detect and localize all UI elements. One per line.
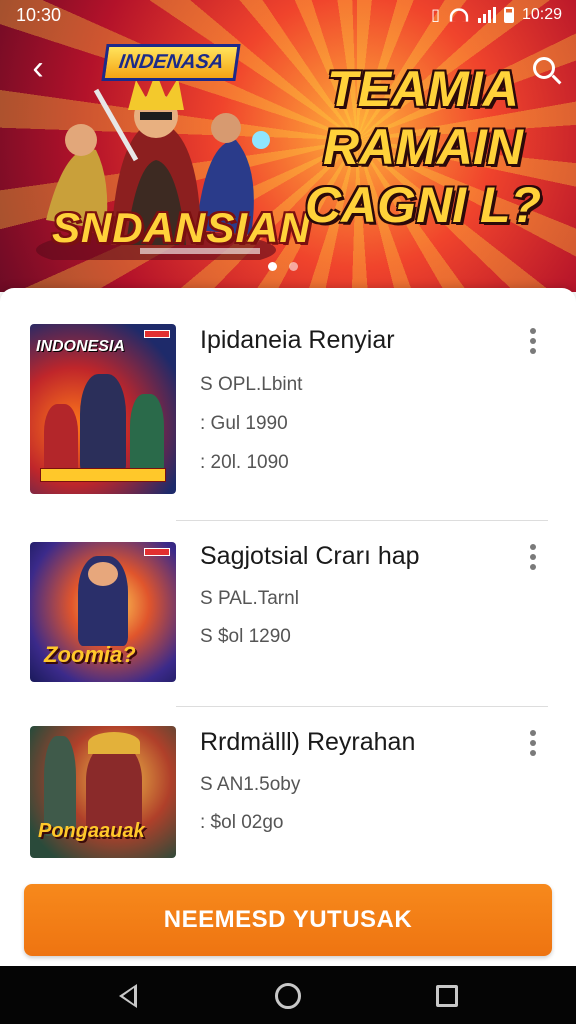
game-title: Sagjotsial Crarı hap — [200, 542, 420, 570]
list-item[interactable]: INDONESIA Ipidaneia Renyiar S OPL.Lbint … — [0, 318, 576, 508]
system-navigation-bar — [0, 966, 576, 1024]
list-item[interactable]: Pongaauak Rrdmälll) Reyrahan S AN1.5oby … — [0, 720, 576, 858]
wifi-icon — [449, 8, 469, 22]
signal-icon — [477, 7, 496, 23]
carousel-pager — [268, 262, 298, 271]
search-button[interactable] — [524, 48, 564, 88]
recents-square-icon — [436, 985, 458, 1007]
hero-title: TEAMIA RAMAIN CAGNI L? — [288, 60, 558, 234]
game-detail-2: : $ol 02go — [200, 812, 284, 833]
thumbnail-title: Pongaauak — [38, 820, 145, 842]
nav-home-button[interactable] — [272, 980, 304, 1012]
hero-banner[interactable]: 10:30 ▯ 10:29 ‹ INDENASA SNDANSIAN TEAMI… — [0, 0, 576, 292]
thumbnail-character — [44, 404, 78, 474]
back-triangle-icon — [119, 984, 137, 1008]
hero-title-line-1: TEAMIA — [327, 61, 519, 117]
thumbnail-tag — [144, 330, 170, 338]
nav-recents-button[interactable] — [431, 980, 463, 1012]
hero-badge: INDENASA — [101, 44, 242, 81]
thumbnail-tag — [144, 548, 170, 556]
game-thumbnail: Zoomia? — [30, 542, 176, 682]
thumbnail-hat — [88, 732, 140, 754]
battery-icon — [503, 7, 514, 23]
list-item[interactable]: Zoomia? Sagjotsial Crarı hap S PAL.Tarnl… — [0, 534, 576, 724]
more-options-button[interactable] — [528, 328, 538, 354]
more-vert-icon — [530, 544, 536, 550]
thumbnail-character — [130, 394, 164, 474]
home-circle-icon — [275, 983, 301, 1009]
more-options-button[interactable] — [528, 730, 538, 756]
thumbnail-title: INDONESIA — [36, 338, 125, 355]
game-title: Ipidaneia Renyiar — [200, 326, 395, 354]
status-bar: 10:30 ▯ 10:29 — [0, 0, 576, 30]
search-icon — [533, 57, 555, 79]
pager-dot-2[interactable] — [289, 262, 298, 271]
vibrate-icon: ▯ — [431, 7, 440, 24]
game-list: INDONESIA Ipidaneia Renyiar S OPL.Lbint … — [0, 288, 576, 858]
cta-area: NEEMESD YUTUSAK — [0, 858, 576, 966]
hero-logo-text: SNDANSIAN — [52, 204, 311, 251]
thumbnail-banner — [40, 468, 166, 482]
more-vert-icon — [530, 328, 536, 334]
hero-title-line-2: RAMAIN — [323, 119, 523, 175]
more-options-button[interactable] — [528, 544, 538, 570]
pager-dot-1[interactable] — [268, 262, 277, 271]
thumbnail-character — [80, 374, 126, 474]
game-detail-2: : Gul 1990 — [200, 413, 288, 434]
hero-title-line-3: CAGNI L? — [304, 177, 542, 233]
game-detail-1: S PAL.Tarnl — [200, 588, 299, 609]
game-detail-3: : 20l. 1090 — [200, 452, 289, 473]
game-thumbnail: Pongaauak — [30, 726, 176, 858]
thumbnail-face — [88, 562, 118, 586]
list-divider — [176, 706, 548, 707]
nav-back-button[interactable] — [112, 980, 144, 1012]
status-icons: ▯ 10:29 — [431, 5, 562, 25]
game-title: Rrdmälll) Reyrahan — [200, 728, 416, 756]
game-thumbnail: INDONESIA — [30, 324, 176, 494]
thumbnail-title: Zoomia? — [44, 642, 136, 667]
hero-logo-underline — [140, 248, 260, 254]
list-divider — [176, 520, 548, 521]
game-detail-1: S AN1.5oby — [200, 774, 301, 795]
game-detail-1: S OPL.Lbint — [200, 374, 303, 395]
back-button[interactable]: ‹ — [18, 48, 58, 88]
primary-cta-button[interactable]: NEEMESD YUTUSAK — [24, 884, 552, 956]
game-detail-2: S $ol 1290 — [200, 626, 291, 647]
status-right-time: 10:29 — [521, 6, 562, 23]
more-vert-icon — [530, 730, 536, 736]
back-arrow-icon: ‹ — [32, 48, 44, 87]
status-time: 10:30 — [16, 4, 62, 25]
